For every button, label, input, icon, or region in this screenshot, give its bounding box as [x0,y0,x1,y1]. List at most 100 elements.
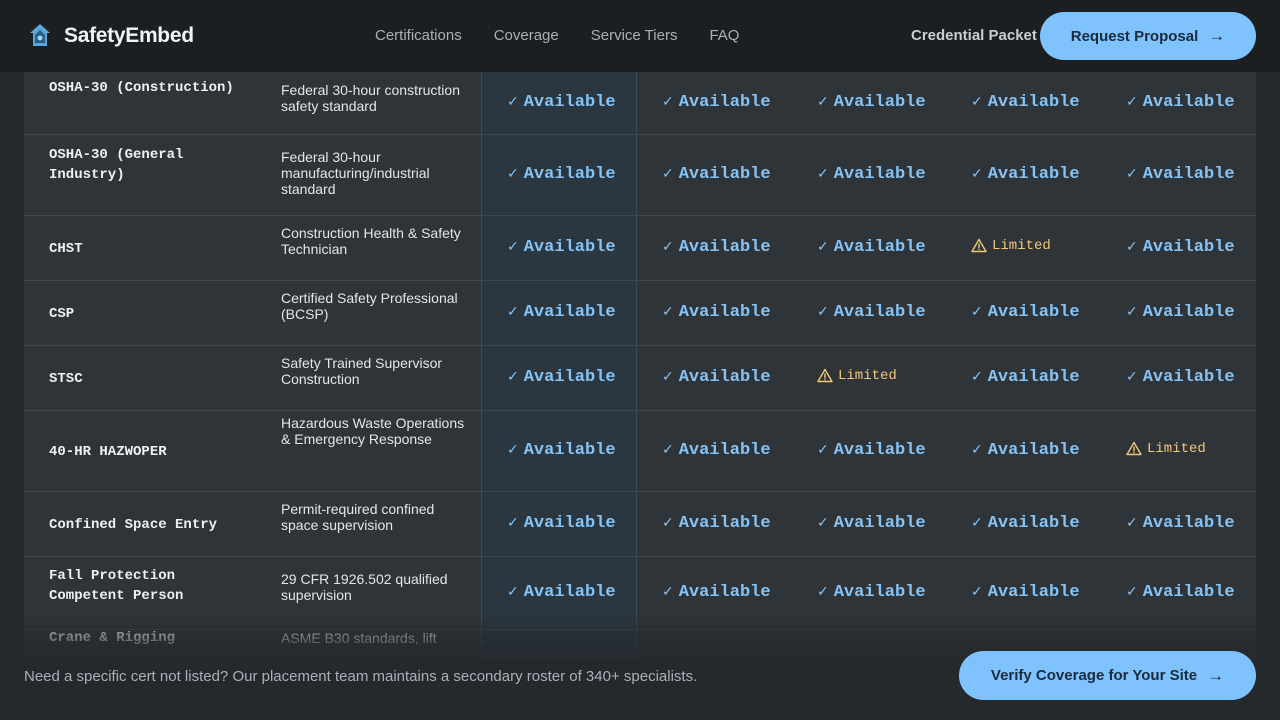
status-available: ✓Available [1126,303,1235,322]
cert-description: Hazardous Waste Operations & Emergency R… [281,415,465,447]
check-icon: ✓ [1126,304,1138,320]
status-label: Available [833,582,926,602]
nav-service-tiers[interactable]: Service Tiers [591,27,678,44]
status-label: Available [523,440,616,460]
check-icon: ✓ [662,239,674,255]
cert-name: CHST [49,241,83,257]
check-icon: ✓ [1126,584,1138,600]
status-label: Available [523,164,616,184]
status-label: Limited [1147,440,1206,457]
status-available: ✓Available [817,583,926,602]
check-icon: ✓ [507,304,519,320]
check-icon: ✓ [817,584,829,600]
status-label: Available [833,513,926,533]
check-icon: ✓ [507,166,519,182]
status-limited: Limited [817,368,897,384]
status-label: Available [1142,513,1235,533]
verify-coverage-button[interactable]: Verify Coverage for Your Site → [959,651,1256,700]
status-available: ✓Available [971,368,1080,387]
nav-faq[interactable]: FAQ [709,27,739,44]
cert-name: STSC [49,371,83,387]
status-label: Available [678,237,771,257]
cert-name: Fall Protection Competent Person [49,568,184,604]
status-available: ✓Available [817,441,926,460]
table-row: STSC Safety Trained Supervisor Constructi… [24,346,1256,411]
status-label: Available [833,237,926,257]
status-available: ✓Available [662,238,771,257]
status-available: ✓Available [817,238,926,257]
status-available: ✓Available [507,303,616,322]
status-available: ✓Available [507,93,616,112]
check-icon: ✓ [817,304,829,320]
status-label: Available [987,582,1080,602]
shield-logo-icon [30,24,50,46]
status-label: Available [833,164,926,184]
check-icon: ✓ [817,442,829,458]
check-icon: ✓ [507,239,519,255]
status-available: ✓Available [662,303,771,322]
request-proposal-button[interactable]: Request Proposal → [1040,12,1256,60]
table-row: Confined Space Entry Permit-required conf… [24,492,1256,557]
status-label: Available [523,237,616,257]
status-available: ✓Available [971,441,1080,460]
status-label: Available [1142,302,1235,322]
status-label: Available [1142,237,1235,257]
status-label: Available [523,92,616,112]
status-label: Available [987,367,1080,387]
status-available: ✓Available [507,583,616,602]
check-icon: ✓ [507,584,519,600]
status-available: ✓Available [1126,368,1235,387]
cert-description: Federal 30-hour manufacturing/industrial… [281,149,430,197]
cert-name: OSHA-30 (General Industry) [49,147,184,183]
status-label: Available [678,513,771,533]
status-available: ✓Available [1126,238,1235,257]
status-available: ✓Available [1126,93,1235,112]
check-icon: ✓ [817,166,829,182]
check-icon: ✓ [971,442,983,458]
status-available: ✓Available [817,303,926,322]
check-icon: ✓ [1126,239,1138,255]
status-available: ✓Available [817,93,926,112]
check-icon: ✓ [971,94,983,110]
status-available: ✓Available [662,441,771,460]
status-label: Available [523,302,616,322]
nav-certifications[interactable]: Certifications [375,27,462,44]
status-available: ✓Available [507,165,616,184]
status-label: Available [678,302,771,322]
brand[interactable]: SafetyEmbed [28,22,194,50]
nav-coverage[interactable]: Coverage [494,27,559,44]
check-icon: ✓ [1126,515,1138,531]
status-available: ✓Available [971,303,1080,322]
status-available: ✓Available [817,165,926,184]
check-icon: ✓ [662,94,674,110]
status-available: ✓Available [662,368,771,387]
status-label: Limited [992,237,1051,254]
check-icon: ✓ [971,584,983,600]
status-label: Available [1142,367,1235,387]
status-available: ✓Available [971,165,1080,184]
table-row: OSHA-30 (Construction) Federal 30-hour co… [24,72,1256,135]
verify-coverage-label: Verify Coverage for Your Site [990,667,1198,684]
check-icon: ✓ [662,515,674,531]
status-available: ✓Available [971,583,1080,602]
check-icon: ✓ [817,94,829,110]
status-available: ✓Available [662,93,771,112]
table-row: 40-HR HAZWOPER Hazardous Waste Operations… [24,411,1256,492]
check-icon: ✓ [662,442,674,458]
check-icon: ✓ [507,94,519,110]
status-label: Available [987,164,1080,184]
table-row: OSHA-30 (General Industry) Federal 30-hou… [24,135,1256,216]
status-available: ✓Available [507,238,616,257]
check-icon: ✓ [662,584,674,600]
cert-description: Construction Health & Safety Technician [281,225,461,257]
cert-description: Certified Safety Professional (BCSP) [281,290,458,322]
check-icon: ✓ [507,442,519,458]
warning-icon [971,238,987,253]
status-label: Available [1142,92,1235,112]
cert-description: Permit-required confined space supervisi… [281,501,435,533]
status-available: ✓Available [507,368,616,387]
table-row: CHST Construction Health & Safety Technic… [24,216,1256,281]
cert-name: 40-HR HAZWOPER [49,444,167,460]
credential-packet-link[interactable]: Credential Packet [911,27,1037,44]
arrow-right-icon: → [1208,26,1226,45]
